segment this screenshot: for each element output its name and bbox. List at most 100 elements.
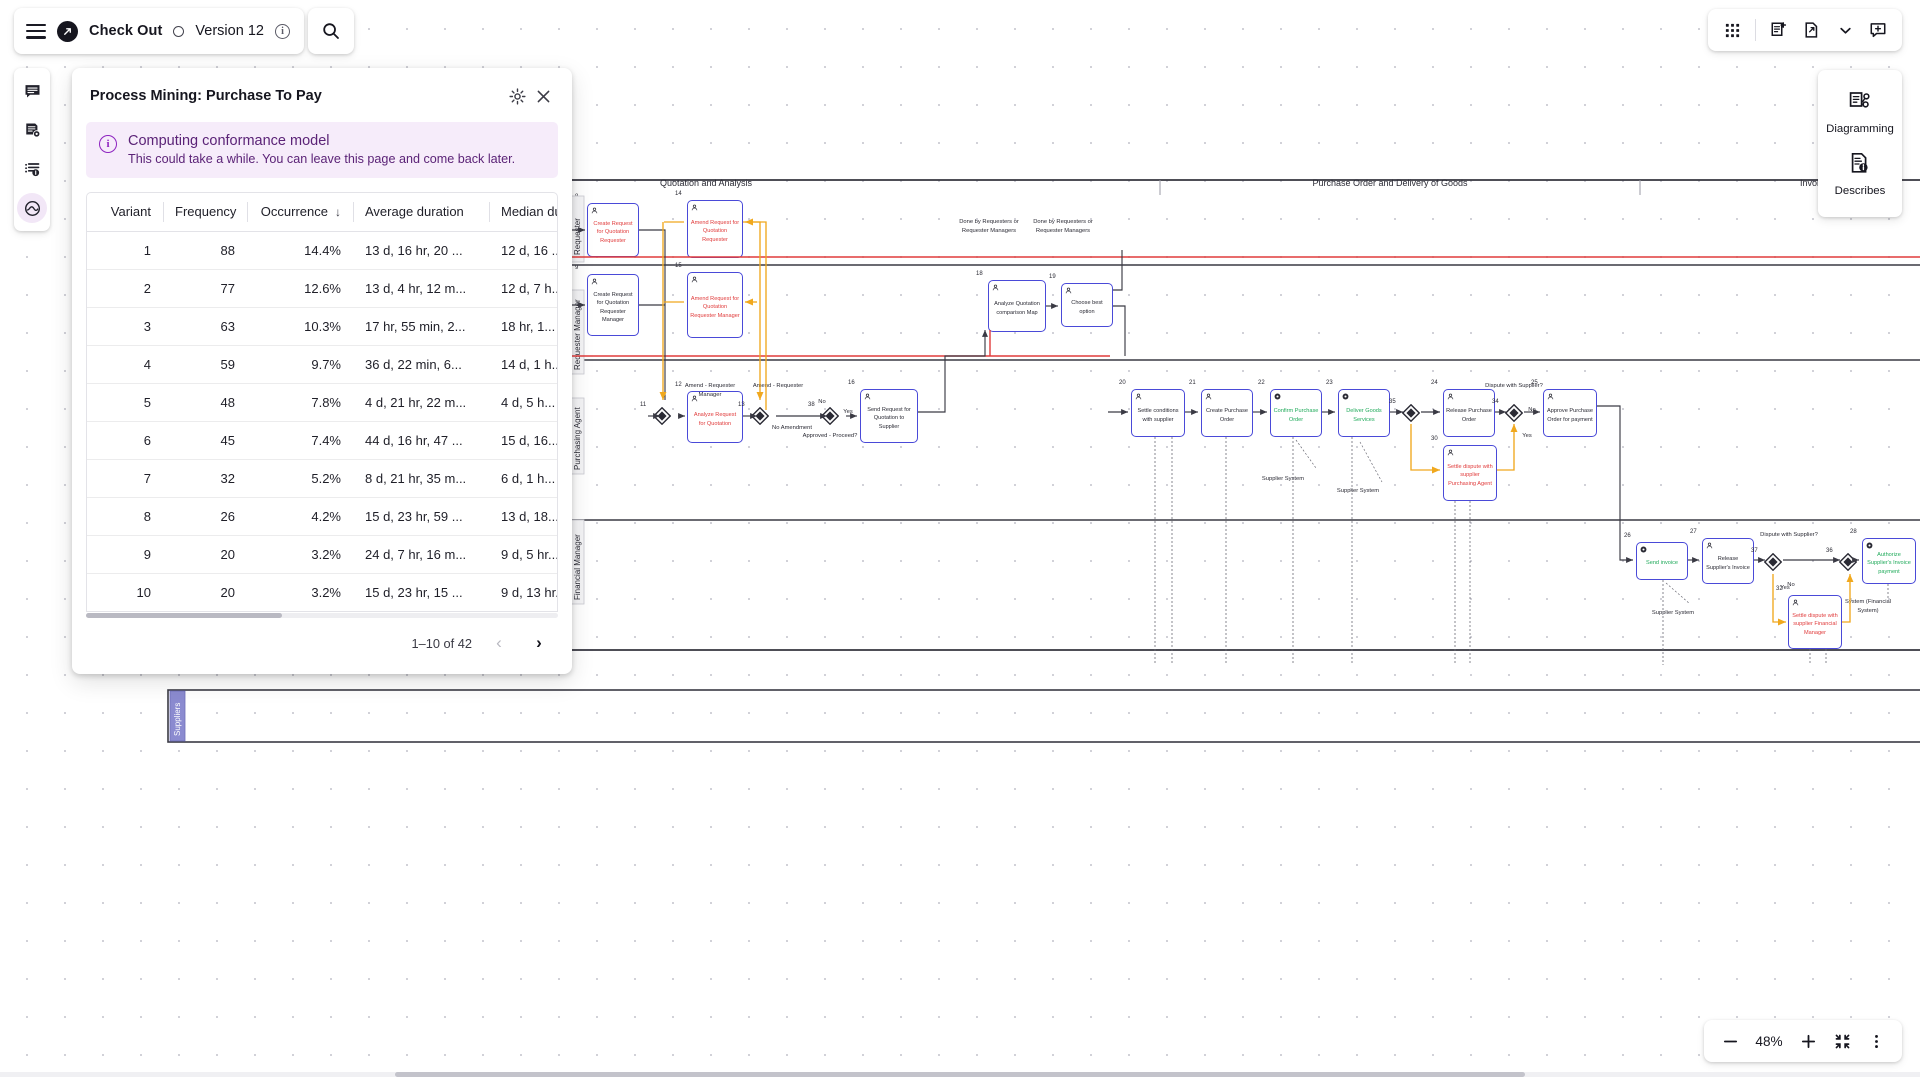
plus-icon[interactable] <box>1794 1027 1822 1055</box>
cell-occurrence: 3.2% <box>247 536 353 574</box>
hamburger-menu-icon[interactable] <box>26 24 46 39</box>
column-header-occurrence[interactable]: Occurrence↓ <box>247 193 353 232</box>
table-row[interactable]: 36310.3%17 hr, 55 min, 2...18 hr, 1... <box>87 308 558 346</box>
cell-median-duration: 4 d, 5 h... <box>489 384 558 422</box>
left-icon-rail <box>14 68 50 231</box>
cell-occurrence: 4.2% <box>247 498 353 536</box>
gear-icon[interactable] <box>504 83 530 109</box>
list-info-icon[interactable] <box>17 154 47 184</box>
cell-median-duration: 12 d, 16 ... <box>489 232 558 270</box>
canvas-scrollbar-thumb[interactable] <box>395 1072 1525 1077</box>
canvas-horizontal-scrollbar[interactable] <box>0 1068 1920 1080</box>
scrollbar-thumb[interactable] <box>86 613 282 618</box>
toolbar-divider <box>1755 19 1756 41</box>
more-vertical-icon[interactable] <box>1862 1027 1890 1055</box>
table-row[interactable]: 4599.7%36 d, 22 min, 6...14 d, 1 h... <box>87 346 558 384</box>
table-row[interactable]: 27712.6%13 d, 4 hr, 12 m...12 d, 7 h... <box>87 270 558 308</box>
column-header-occurrence-label: Occurrence <box>261 204 328 219</box>
cell-median-duration: 9 d, 13 hr... <box>489 574 558 612</box>
fit-screen-icon[interactable] <box>1828 1027 1856 1055</box>
cell-variant: 7 <box>87 460 163 498</box>
banner-title: Computing conformance model <box>128 133 515 149</box>
table-row[interactable]: 7325.2%8 d, 21 hr, 35 m...6 d, 1 h... <box>87 460 558 498</box>
amendment-loop-flows <box>663 222 1850 622</box>
document-settings-icon[interactable] <box>17 115 47 145</box>
cell-average-duration: 17 hr, 55 min, 2... <box>353 308 489 346</box>
search-icon[interactable] <box>308 8 354 54</box>
cell-frequency: 26 <box>163 498 247 536</box>
chevron-down-icon[interactable] <box>1830 15 1860 45</box>
panel-title: Process Mining: Purchase To Pay <box>90 88 504 104</box>
comment-icon[interactable] <box>17 76 47 106</box>
column-header-variant[interactable]: Variant <box>87 193 163 232</box>
right-mode-panel: Diagramming Describes <box>1818 70 1902 217</box>
table-row[interactable]: 6457.4%44 d, 16 hr, 47 ...15 d, 16... <box>87 422 558 460</box>
cell-occurrence: 9.7% <box>247 346 353 384</box>
svg-text:Quotation and Analysis: Quotation and Analysis <box>660 178 753 188</box>
cell-frequency: 20 <box>163 574 247 612</box>
table-row[interactable]: 5487.8%4 d, 21 hr, 22 m...4 d, 5 h... <box>87 384 558 422</box>
svg-text:Financial Manager: Financial Manager <box>573 534 582 600</box>
chevron-left-icon[interactable]: ‹ <box>486 630 512 656</box>
table-row[interactable]: 8264.2%15 d, 23 hr, 59 ...13 d, 18... <box>87 498 558 536</box>
version-label[interactable]: Version 12 <box>195 23 264 39</box>
top-app-bar: Check Out Version 12 i <box>14 8 354 54</box>
add-note-icon[interactable] <box>1764 15 1794 45</box>
cell-average-duration: 8 d, 21 hr, 35 m... <box>353 460 489 498</box>
cell-frequency: 48 <box>163 384 247 422</box>
column-header-median-duration[interactable]: Median duration <box>489 193 558 232</box>
computing-banner: i Computing conformance model This could… <box>86 122 558 178</box>
cell-average-duration: 13 d, 4 hr, 12 m... <box>353 270 489 308</box>
describes-label: Describes <box>1835 185 1886 197</box>
diagramming-mode-button[interactable]: Diagramming <box>1818 81 1902 143</box>
app-logo-icon[interactable] <box>57 21 78 42</box>
cell-average-duration: 24 d, 7 hr, 16 m... <box>353 536 489 574</box>
cell-frequency: 59 <box>163 346 247 384</box>
table-row[interactable]: 18814.4%13 d, 16 hr, 20 ...12 d, 16 ... <box>87 232 558 270</box>
cell-average-duration: 15 d, 23 hr, 59 ... <box>353 498 489 536</box>
cell-variant: 6 <box>87 422 163 460</box>
info-icon[interactable]: i <box>275 24 290 39</box>
check-out-label[interactable]: Check Out <box>89 23 162 39</box>
apps-grid-icon[interactable] <box>1717 15 1747 45</box>
right-toolbar <box>1708 9 1902 51</box>
cell-frequency: 45 <box>163 422 247 460</box>
cell-occurrence: 5.2% <box>247 460 353 498</box>
close-icon[interactable] <box>530 83 556 109</box>
cell-average-duration: 4 d, 21 hr, 22 m... <box>353 384 489 422</box>
export-document-icon[interactable] <box>1797 15 1827 45</box>
cell-variant: 10 <box>87 574 163 612</box>
cell-occurrence: 14.4% <box>247 232 353 270</box>
svg-text:Requester Manager: Requester Manager <box>573 299 582 370</box>
diagramming-icon <box>1848 89 1872 118</box>
cell-occurrence: 12.6% <box>247 270 353 308</box>
cell-occurrence: 7.8% <box>247 384 353 422</box>
cell-median-duration: 14 d, 1 h... <box>489 346 558 384</box>
table-horizontal-scrollbar[interactable] <box>86 612 558 620</box>
column-header-average-duration[interactable]: Average duration <box>353 193 489 232</box>
svg-text:Requester: Requester <box>573 218 582 255</box>
add-comment-icon[interactable] <box>1863 15 1893 45</box>
minus-icon[interactable] <box>1716 1027 1744 1055</box>
cell-median-duration: 9 d, 5 hr... <box>489 536 558 574</box>
zoom-level-label[interactable]: 48% <box>1750 1034 1788 1049</box>
table-row[interactable]: 10203.2%15 d, 23 hr, 15 ...9 d, 13 hr... <box>87 574 558 612</box>
process-mining-icon[interactable] <box>17 193 47 223</box>
cell-median-duration: 6 d, 1 h... <box>489 460 558 498</box>
cell-median-duration: 15 d, 16... <box>489 422 558 460</box>
table-head: Variant Frequency Occurrence↓ Average du… <box>87 193 558 232</box>
cell-median-duration: 18 hr, 1... <box>489 308 558 346</box>
cell-variant: 3 <box>87 308 163 346</box>
column-header-frequency[interactable]: Frequency <box>163 193 247 232</box>
describes-mode-button[interactable]: Describes <box>1818 143 1902 205</box>
cell-average-duration: 13 d, 16 hr, 20 ... <box>353 232 489 270</box>
cell-average-duration: 44 d, 16 hr, 47 ... <box>353 422 489 460</box>
variants-table-wrapper[interactable]: Variant Frequency Occurrence↓ Average du… <box>86 192 558 612</box>
zoom-controls: 48% <box>1704 1020 1902 1062</box>
diagramming-label: Diagramming <box>1826 123 1894 135</box>
cell-occurrence: 10.3% <box>247 308 353 346</box>
table-row[interactable]: 9203.2%24 d, 7 hr, 16 m...9 d, 5 hr... <box>87 536 558 574</box>
chevron-right-icon[interactable]: › <box>526 630 552 656</box>
describes-icon <box>1848 151 1872 180</box>
annotation-leader-lines <box>1296 440 1690 604</box>
